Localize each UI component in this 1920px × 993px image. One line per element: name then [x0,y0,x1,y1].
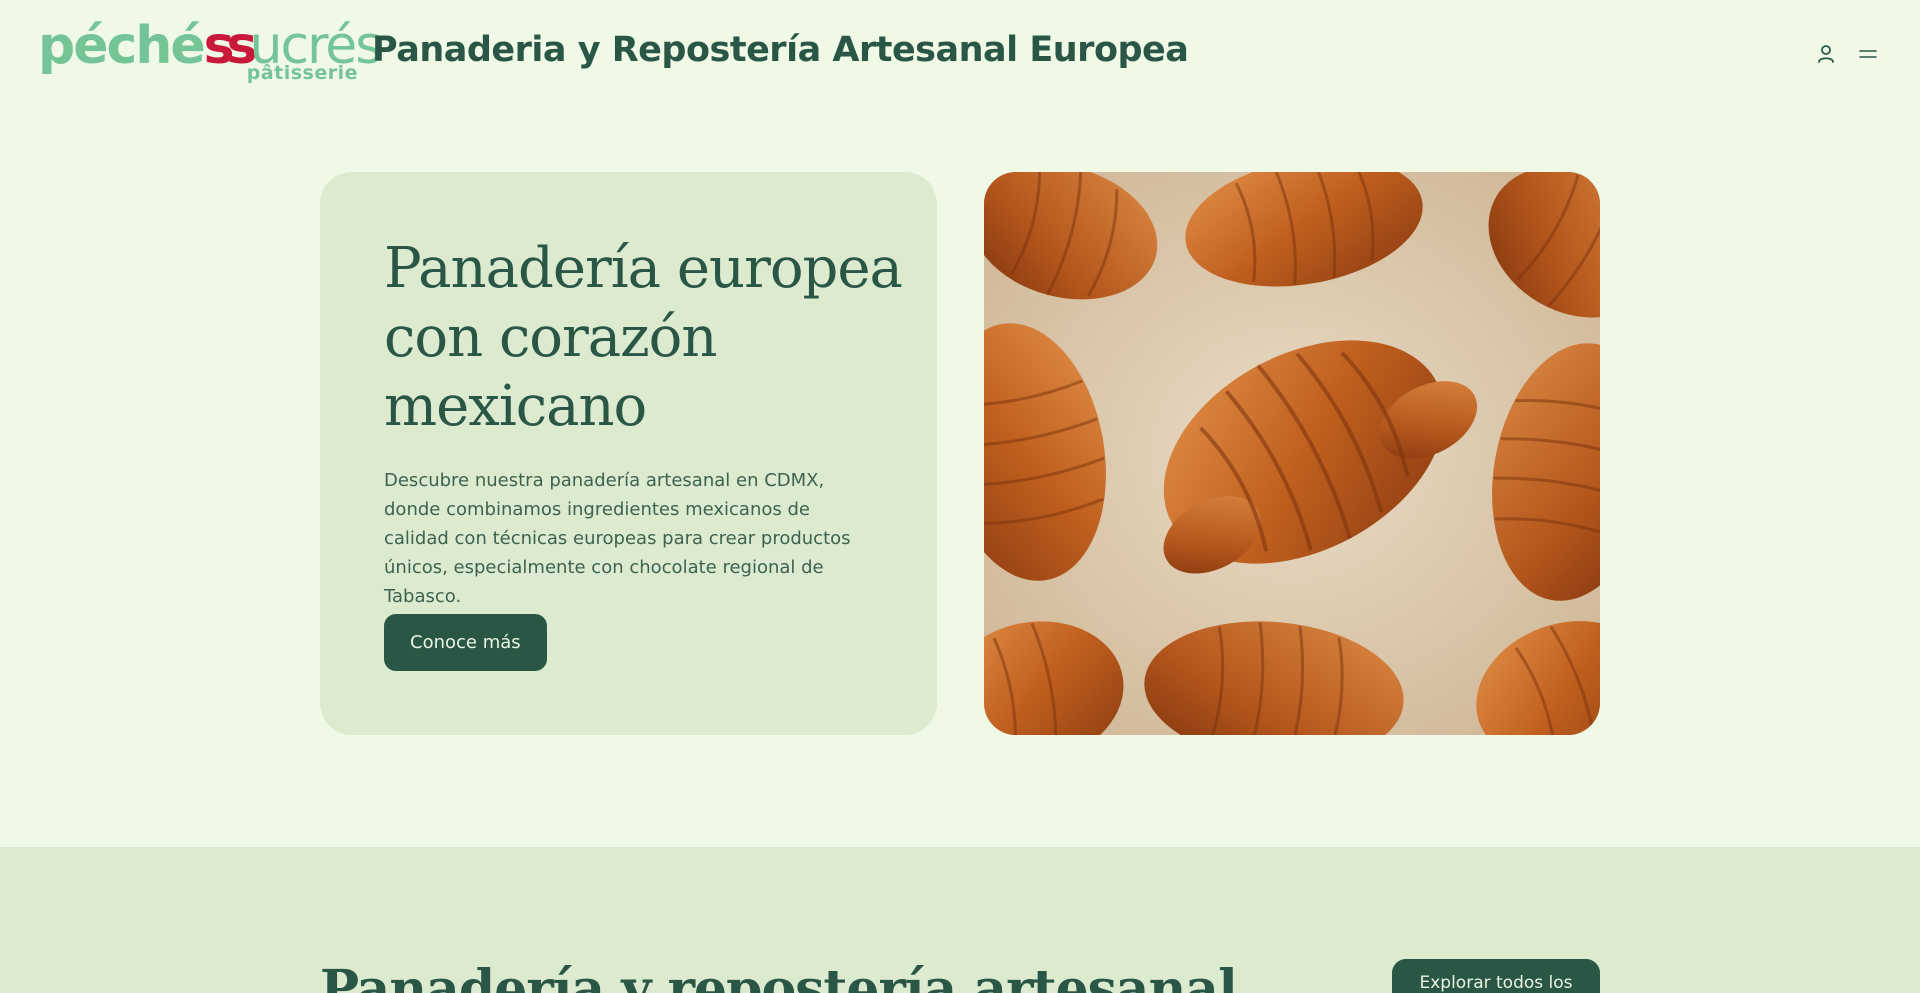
logo[interactable]: péchéssucrés pâtisserie [38,16,382,86]
hero-card: Panadería europea con corazón mexicano D… [320,172,937,735]
menu-button[interactable] [1854,40,1882,68]
page-title: Panaderia y Repostería Artesanal Europea [372,30,1189,70]
user-account-button[interactable] [1812,40,1840,68]
hero-image [984,172,1600,735]
menu-icon [1859,50,1877,58]
croissants-photo [984,172,1600,735]
user-icon [1818,45,1834,63]
learn-more-button[interactable]: Conoce más [384,614,547,671]
hero-title: Panadería europea con corazón mexicano [384,236,903,439]
site-header: péchéssucrés pâtisserie Panaderia y Repo… [0,0,1920,110]
logo-text-ss: ss [203,16,258,76]
logo-subtitle: pâtisserie [246,62,358,84]
logo-text-peche: péché [38,16,206,76]
products-section: Panadería y repostería artesanal Explora… [0,847,1920,993]
hero-description: Descubre nuestra panadería artesanal en … [384,470,851,607]
explore-all-button[interactable]: Explorar todos los [1392,959,1600,993]
section-title: Panadería y repostería artesanal [320,959,1238,993]
